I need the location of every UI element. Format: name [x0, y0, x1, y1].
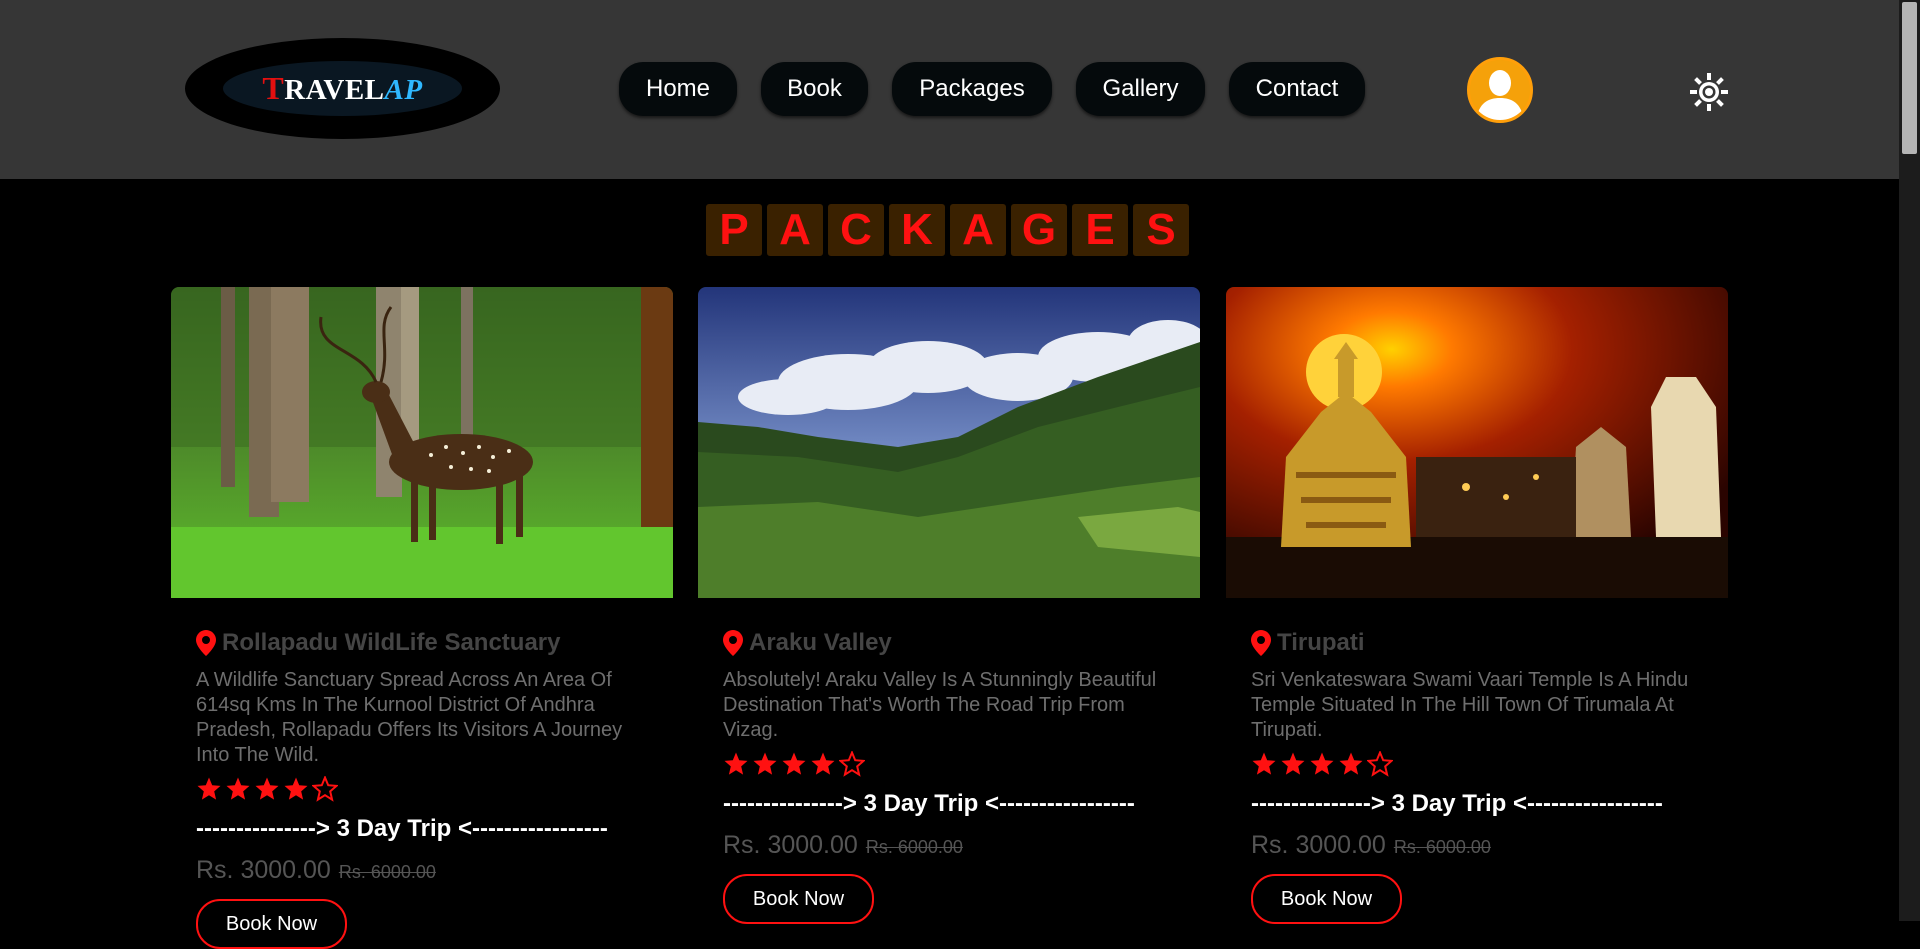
nav-home[interactable]: Home	[619, 62, 737, 116]
price-original: Rs. 6000.00	[1393, 837, 1491, 857]
logo-text: TRAVELAP	[262, 70, 422, 107]
rating-stars	[723, 751, 1175, 777]
title-letter: A	[950, 204, 1006, 256]
package-title-text: Tirupati	[1277, 629, 1365, 656]
package-title[interactable]: Rollapadu WildLife Sanctuary	[196, 628, 648, 658]
star-filled-icon	[255, 777, 279, 800]
map-pin-icon	[723, 630, 743, 656]
package-title[interactable]: Araku Valley	[723, 628, 1175, 658]
book-now-button[interactable]: Book Now	[196, 899, 347, 949]
nav-contact[interactable]: Contact	[1229, 62, 1365, 116]
star-filled-icon	[1281, 752, 1305, 775]
price-current: Rs. 3000.00	[196, 856, 331, 884]
package-title-text: Rollapadu WildLife Sanctuary	[222, 629, 561, 656]
page-scrollbar[interactable]	[1899, 0, 1920, 921]
price-current: Rs. 3000.00	[723, 831, 858, 859]
package-card: Araku Valley Absolutely! Araku Valley Is…	[698, 287, 1200, 924]
logo-first-letter: T	[262, 70, 285, 106]
site-logo[interactable]: TRAVELAP	[185, 38, 500, 139]
star-filled-icon	[284, 777, 308, 800]
book-now-button[interactable]: Book Now	[723, 874, 874, 924]
title-letter: S	[1133, 204, 1189, 256]
map-pin-icon	[1251, 630, 1271, 656]
star-filled-icon	[724, 752, 748, 775]
logo-word: RAVEL	[284, 74, 385, 106]
title-letter: C	[828, 204, 884, 256]
title-letter: K	[889, 204, 945, 256]
package-card: Rollapadu WildLife Sanctuary A Wildlife …	[171, 287, 673, 949]
book-now-button[interactable]: Book Now	[1251, 874, 1402, 924]
star-filled-icon	[811, 752, 835, 775]
trip-duration: ---------------> 3 Day Trip <-----------…	[1251, 790, 1663, 817]
logo-inner: TRAVELAP	[223, 61, 462, 116]
price-original: Rs. 6000.00	[865, 837, 963, 857]
package-card: Tirupati Sri Venkateswara Swami Vaari Te…	[1226, 287, 1728, 924]
title-letter: A	[767, 204, 823, 256]
site-header: TRAVELAP Home Book Packages Gallery Cont…	[0, 0, 1899, 179]
star-filled-icon	[226, 777, 250, 800]
logo-suffix: AP	[384, 74, 423, 106]
star-filled-icon	[1310, 752, 1334, 775]
star-empty-icon	[1367, 751, 1393, 777]
star-empty-icon	[839, 751, 865, 777]
star-filled-icon	[753, 752, 777, 775]
user-avatar-icon[interactable]	[1467, 57, 1533, 123]
scrollbar-thumb[interactable]	[1902, 2, 1917, 154]
package-description: Absolutely! Araku Valley Is A Stunningly…	[723, 669, 1157, 741]
package-image-temple	[1226, 287, 1728, 598]
package-image-valley	[698, 287, 1200, 598]
nav-gallery[interactable]: Gallery	[1076, 62, 1205, 116]
sun-theme-toggle-icon[interactable]	[1689, 72, 1729, 112]
nav-book[interactable]: Book	[761, 62, 868, 116]
nav-packages[interactable]: Packages	[892, 62, 1052, 116]
star-filled-icon	[782, 752, 806, 775]
rating-stars	[1251, 751, 1703, 777]
trip-duration: ---------------> 3 Day Trip <-----------…	[723, 790, 1135, 817]
star-filled-icon	[197, 777, 221, 800]
price-row: Rs. 3000.00 Rs. 6000.00	[723, 831, 1175, 860]
package-title[interactable]: Tirupati	[1251, 628, 1703, 658]
title-letter: P	[706, 204, 762, 256]
price-row: Rs. 3000.00 Rs. 6000.00	[196, 856, 648, 885]
package-description: Sri Venkateswara Swami Vaari Temple Is A…	[1251, 669, 1689, 741]
star-filled-icon	[1252, 752, 1276, 775]
page-title: P A C K A G E S	[706, 204, 1189, 256]
rating-stars	[196, 776, 648, 802]
map-pin-icon	[196, 630, 216, 656]
package-description: A Wildlife Sanctuary Spread Across An Ar…	[196, 669, 623, 766]
trip-duration: ---------------> 3 Day Trip <-----------…	[196, 815, 608, 842]
title-letter: E	[1072, 204, 1128, 256]
package-title-text: Araku Valley	[749, 629, 892, 656]
price-current: Rs. 3000.00	[1251, 831, 1386, 859]
price-original: Rs. 6000.00	[338, 862, 436, 882]
price-row: Rs. 3000.00 Rs. 6000.00	[1251, 831, 1703, 860]
title-letter: G	[1011, 204, 1067, 256]
star-filled-icon	[1339, 752, 1363, 775]
star-empty-icon	[312, 776, 338, 802]
package-image-deer	[171, 287, 673, 598]
